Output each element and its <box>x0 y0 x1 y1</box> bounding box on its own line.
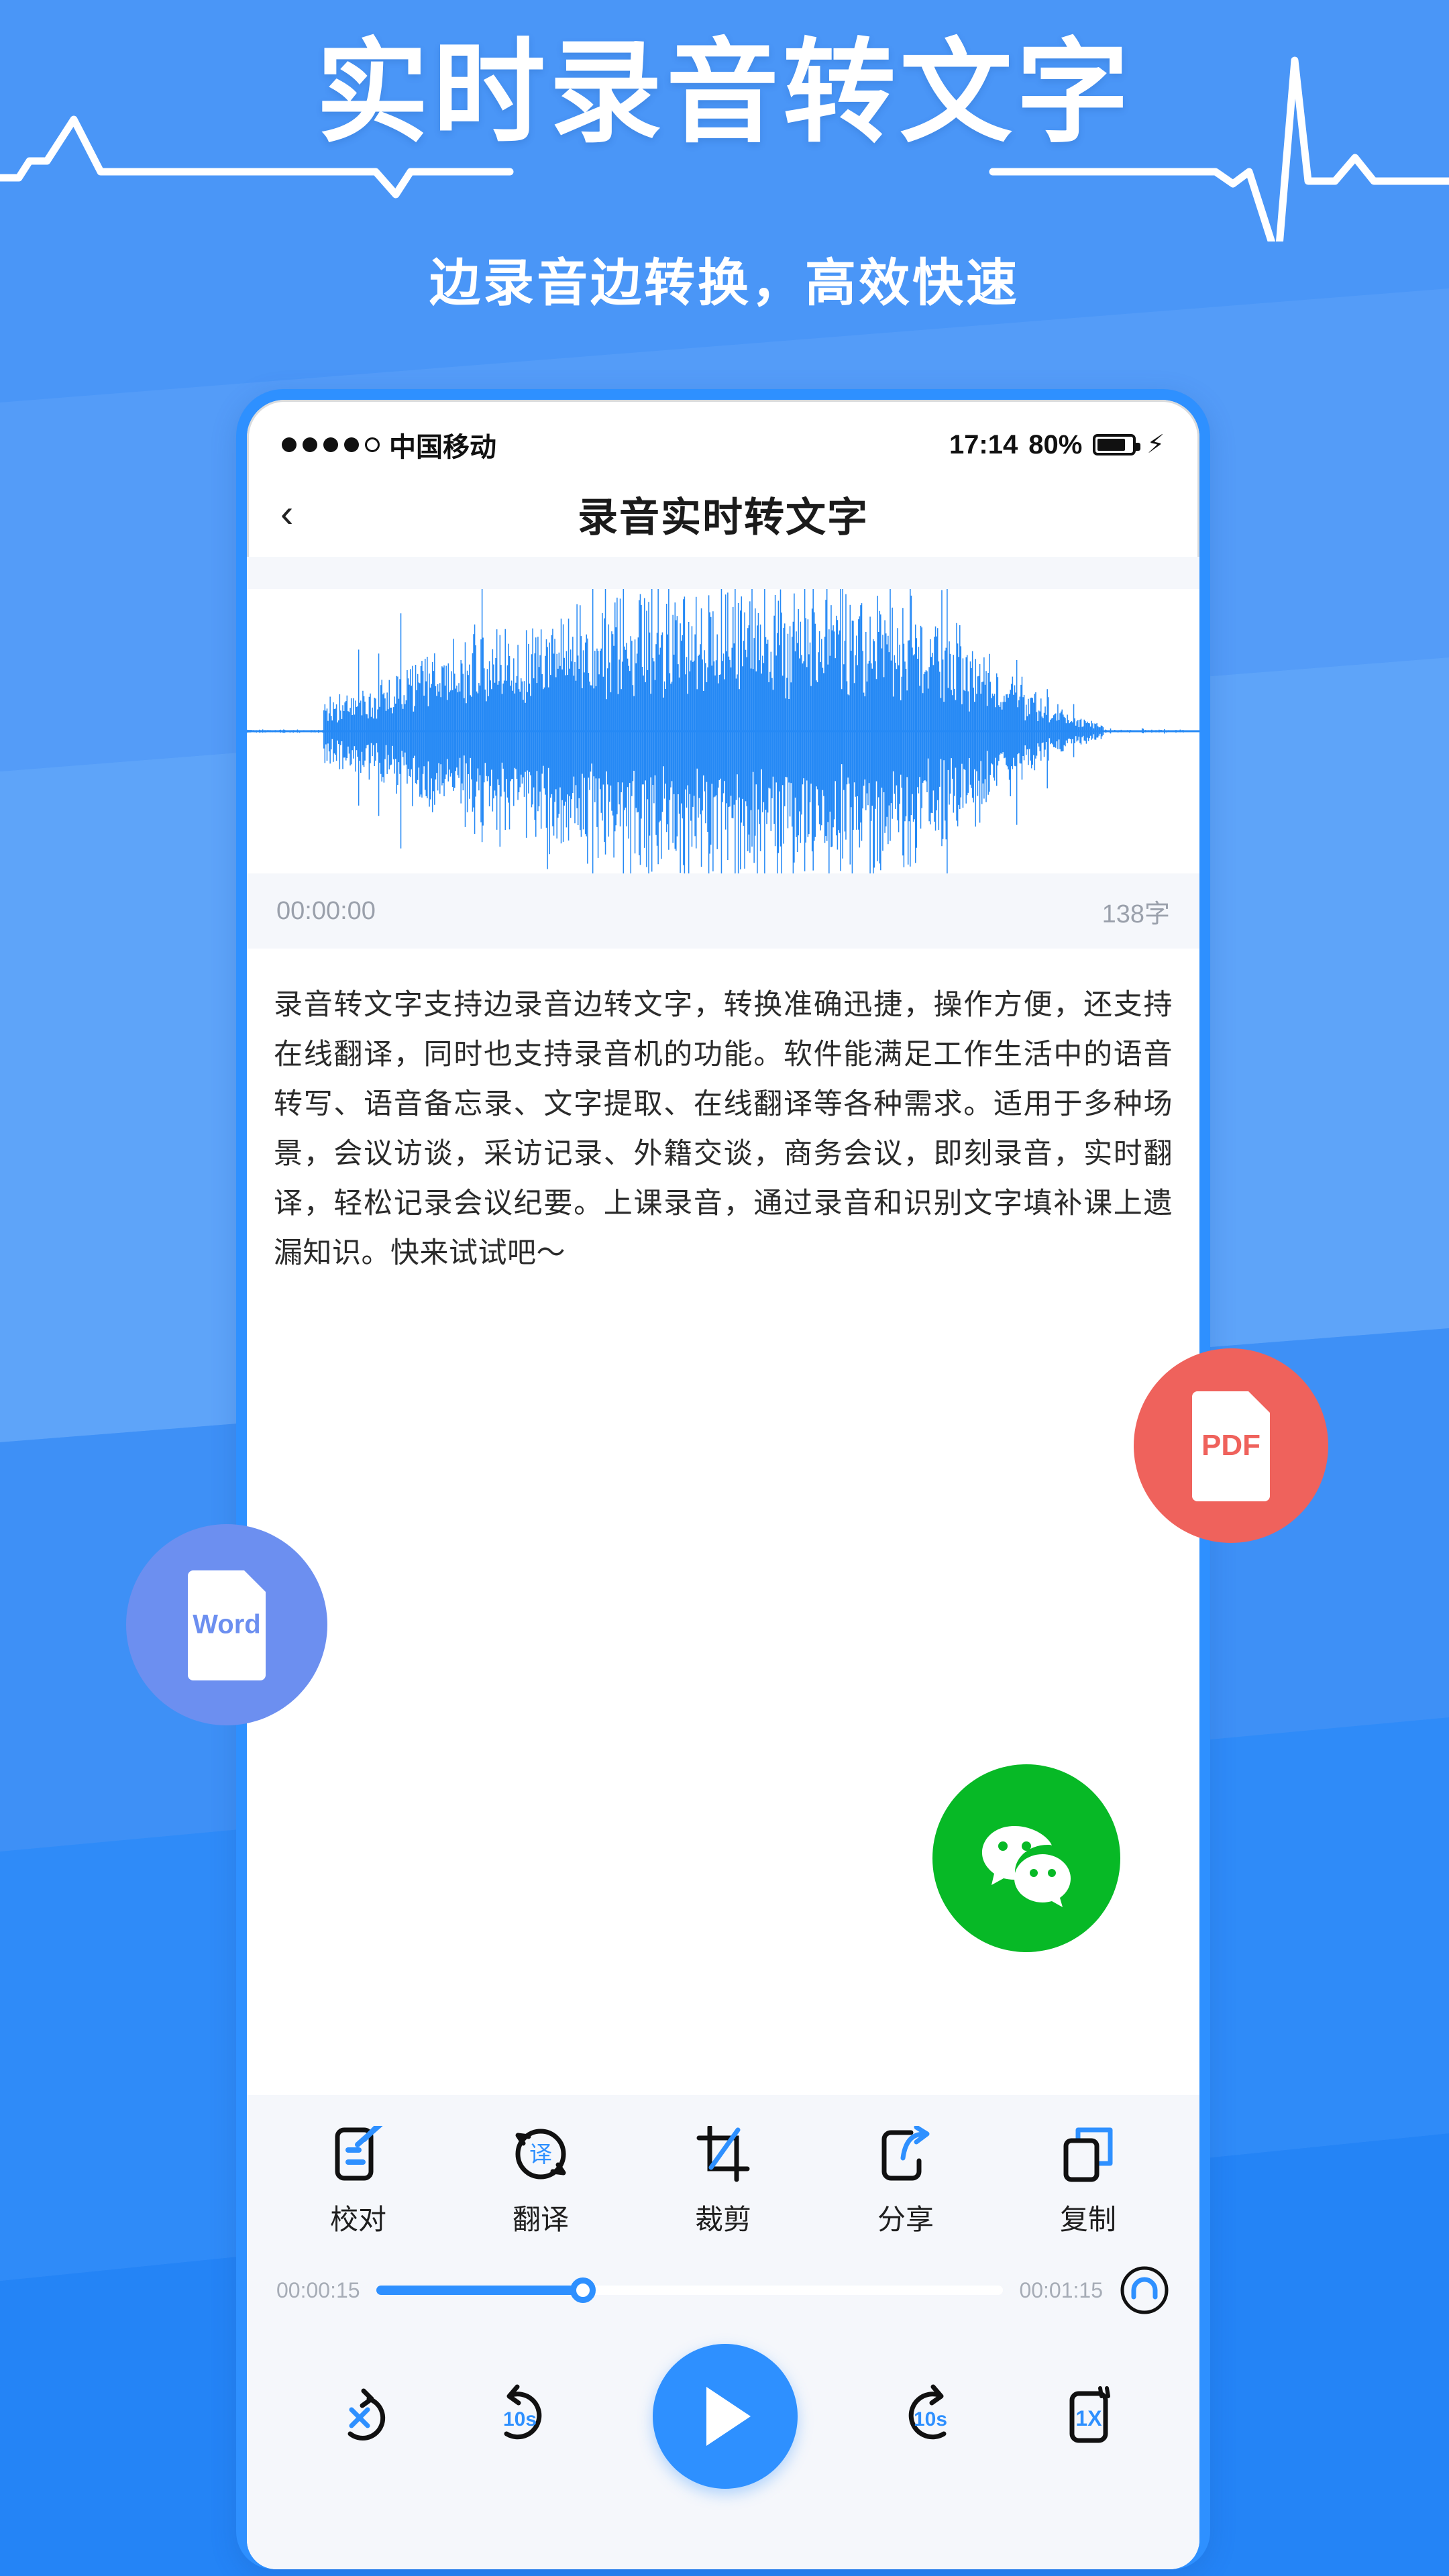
player-controls: 10s 10s 1X <box>247 2324 1199 2569</box>
elapsed-time-label: 00:00:00 <box>276 896 376 925</box>
word-label: Word <box>193 1609 261 1640</box>
share-icon <box>879 2126 932 2182</box>
progress-fill <box>376 2286 584 2295</box>
svg-text:译: 译 <box>529 2142 552 2167</box>
recording-meta-row: 00:00:00 138字 <box>247 873 1199 949</box>
wechat-icon <box>982 1826 1071 1907</box>
action-toolbar: 校对 译 翻译 裁剪 分享 复制 <box>247 2095 1199 2261</box>
toolbar-label: 裁剪 <box>694 2204 751 2235</box>
phone-screen: 中国移动 17:14 80% ⚡ ‹ 录音实时转文字 00:00:00 138字… <box>247 400 1199 2569</box>
playback-speed-button[interactable]: 1X <box>1060 2384 1118 2449</box>
forward-10s-button[interactable]: 10s <box>897 2384 961 2449</box>
toolbar-label: 复制 <box>1059 2204 1116 2235</box>
current-time-label: 00:00:15 <box>276 2277 360 2302</box>
audio-waveform-icon <box>247 589 1199 873</box>
svg-text:1X: 1X <box>1076 2406 1103 2430</box>
toolbar-item-translate[interactable]: 译 翻译 <box>474 2126 608 2238</box>
toolbar-label: 校对 <box>329 2204 386 2235</box>
word-export-badge[interactable]: Word <box>126 1524 327 1725</box>
waveform-panel[interactable] <box>247 589 1199 873</box>
toolbar-item-share[interactable]: 分享 <box>839 2126 973 2238</box>
toolbar-label: 分享 <box>877 2204 934 2235</box>
pdf-file-icon: PDF <box>1188 1390 1274 1501</box>
screen-title: 录音实时转文字 <box>578 494 869 540</box>
pdf-label: PDF <box>1201 1429 1260 1462</box>
char-count-label: 138字 <box>1102 900 1170 928</box>
back-button[interactable]: ‹ <box>280 494 293 533</box>
toolbar-item-copy[interactable]: 复制 <box>1021 2126 1155 2238</box>
page-subtitle: 边录音边转换，高效快速 <box>429 255 1020 312</box>
headphone-icon[interactable] <box>1119 2265 1170 2316</box>
play-button[interactable] <box>652 2344 798 2489</box>
svg-text:10s: 10s <box>914 2408 947 2430</box>
total-time-label: 00:01:15 <box>1019 2277 1103 2302</box>
translate-icon: 译 <box>513 2126 569 2182</box>
proofread-icon <box>332 2126 384 2182</box>
battery-percent-label: 80% <box>1028 429 1083 460</box>
word-file-icon: Word <box>184 1569 270 1680</box>
toolbar-item-proofread[interactable]: 校对 <box>291 2126 425 2238</box>
section-divider <box>247 557 1199 589</box>
nav-bar: ‹ 录音实时转文字 <box>247 471 1199 557</box>
toolbar-item-crop[interactable]: 裁剪 <box>656 2126 790 2238</box>
progress-slider[interactable] <box>376 2275 1004 2305</box>
loop-off-button[interactable] <box>329 2385 390 2447</box>
playback-progress-row: 00:00:15 00:01:15 <box>247 2261 1199 2324</box>
svg-text:10s: 10s <box>503 2408 537 2430</box>
play-icon <box>706 2387 751 2446</box>
charging-bolt-icon: ⚡ <box>1146 431 1165 459</box>
rewind-10s-button[interactable]: 10s <box>489 2384 553 2449</box>
clock-label: 17:14 <box>949 429 1018 460</box>
pdf-export-badge[interactable]: PDF <box>1134 1348 1328 1543</box>
signal-strength-icon <box>282 437 380 452</box>
carrier-label: 中国移动 <box>389 433 496 462</box>
wechat-share-badge[interactable] <box>932 1764 1120 1952</box>
toolbar-label: 翻译 <box>512 2204 569 2235</box>
phone-mockup: 中国移动 17:14 80% ⚡ ‹ 录音实时转文字 00:00:00 138字… <box>236 389 1210 2569</box>
copy-icon <box>1061 2126 1116 2182</box>
battery-icon <box>1093 434 1141 455</box>
crop-icon <box>696 2126 750 2182</box>
progress-knob[interactable] <box>570 2277 596 2303</box>
page-title: 实时录音转文字 <box>316 30 1133 156</box>
status-bar: 中国移动 17:14 80% ⚡ <box>247 400 1199 471</box>
